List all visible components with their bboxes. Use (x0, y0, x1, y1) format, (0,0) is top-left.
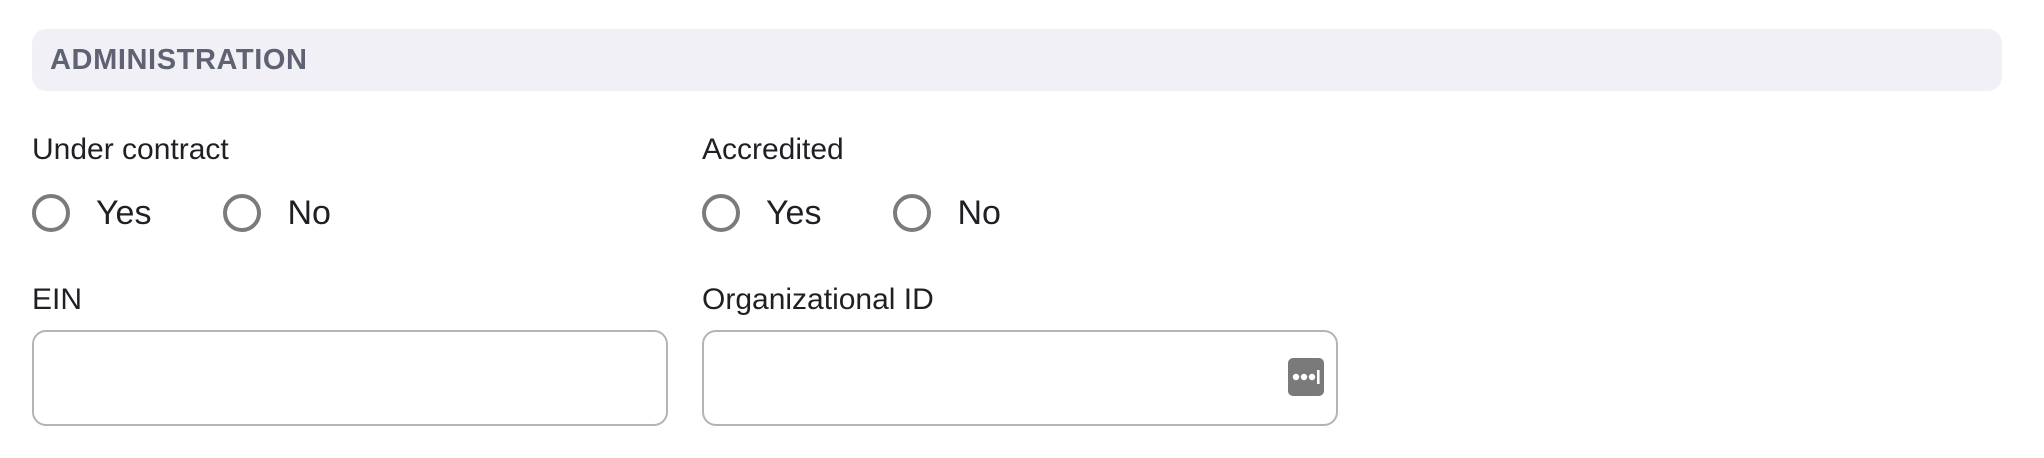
accredited-no-radio[interactable] (893, 194, 932, 232)
ein-input[interactable] (32, 330, 668, 426)
section-header: ADMINISTRATION (32, 29, 2002, 91)
section-title: ADMINISTRATION (50, 43, 308, 76)
accredited-radio-group: Yes No (702, 194, 1001, 232)
accredited-yes-label[interactable]: Yes (766, 196, 821, 230)
password-manager-icon[interactable] (1288, 358, 1324, 396)
under-contract-yes-radio[interactable] (32, 194, 70, 232)
accredited-label: Accredited (702, 133, 844, 166)
accredited-yes-option[interactable]: Yes (702, 194, 821, 232)
under-contract-no-option[interactable]: No (223, 194, 331, 232)
organizational-id-label: Organizational ID (702, 283, 934, 316)
accredited-yes-radio[interactable] (702, 194, 740, 232)
accredited-no-option[interactable]: No (893, 194, 1001, 232)
organizational-id-input[interactable] (702, 330, 1338, 426)
accredited-no-label[interactable]: No (957, 196, 1000, 230)
under-contract-yes-label[interactable]: Yes (96, 196, 151, 230)
under-contract-no-label[interactable]: No (287, 196, 330, 230)
under-contract-label: Under contract (32, 133, 229, 166)
ein-label: EIN (32, 283, 83, 316)
under-contract-no-radio[interactable] (223, 194, 262, 232)
under-contract-yes-option[interactable]: Yes (32, 194, 151, 232)
under-contract-radio-group: Yes No (32, 194, 331, 232)
